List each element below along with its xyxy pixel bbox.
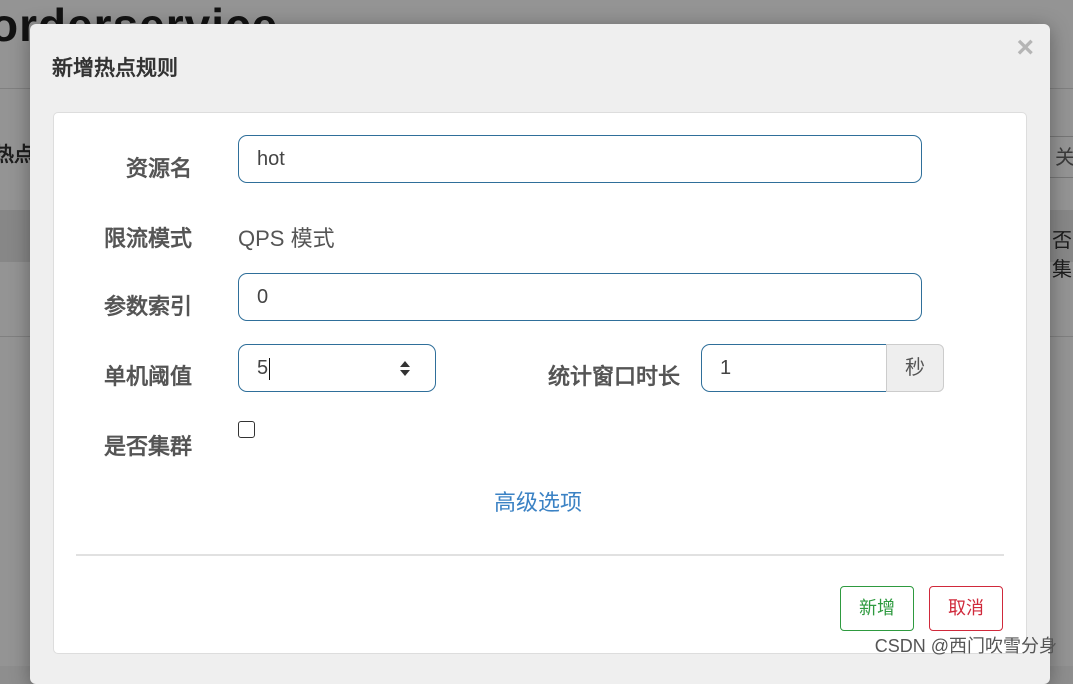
text-cursor [269,357,271,380]
stat-window-unit: 秒 [886,344,944,392]
flow-mode-value: QPS 模式 [238,226,335,251]
threshold-label: 单机阈值 [103,364,192,389]
watermark-text: CSDN @西门吹雪分身 [874,636,1057,656]
spin-up-icon[interactable] [400,360,410,367]
resource-name-input[interactable]: hot [238,135,922,183]
advanced-options-link[interactable]: 高级选项 [494,485,582,517]
close-icon[interactable]: × [1016,32,1034,64]
number-spinner[interactable] [393,356,417,380]
param-index-label: 参数索引 [103,294,192,319]
cancel-button[interactable]: 取消 [929,586,1003,631]
footer-divider [76,554,1004,556]
dialog-title: 新增热点规则 [52,57,178,80]
threshold-input[interactable]: 5 [238,344,436,392]
stat-window-label: 统计窗口时长 [547,364,680,389]
add-button[interactable]: 新增 [840,586,914,631]
flow-mode-label: 限流模式 [103,226,192,251]
resource-name-label: 资源名 [125,156,192,181]
cluster-label: 是否集群 [103,434,192,459]
param-index-input[interactable]: 0 [238,273,922,321]
cluster-checkbox[interactable] [238,421,255,438]
form-panel: 资源名 hot 限流模式 QPS 模式 参数索引 0 单机阈值 5 统计窗口时长… [53,112,1027,654]
add-hotspot-rule-dialog: 新增热点规则 × 资源名 hot 限流模式 QPS 模式 参数索引 0 单机阈值… [30,24,1050,684]
spin-down-icon[interactable] [400,369,410,376]
threshold-value: 5 [257,357,269,379]
stat-window-input[interactable]: 1 [701,344,887,392]
